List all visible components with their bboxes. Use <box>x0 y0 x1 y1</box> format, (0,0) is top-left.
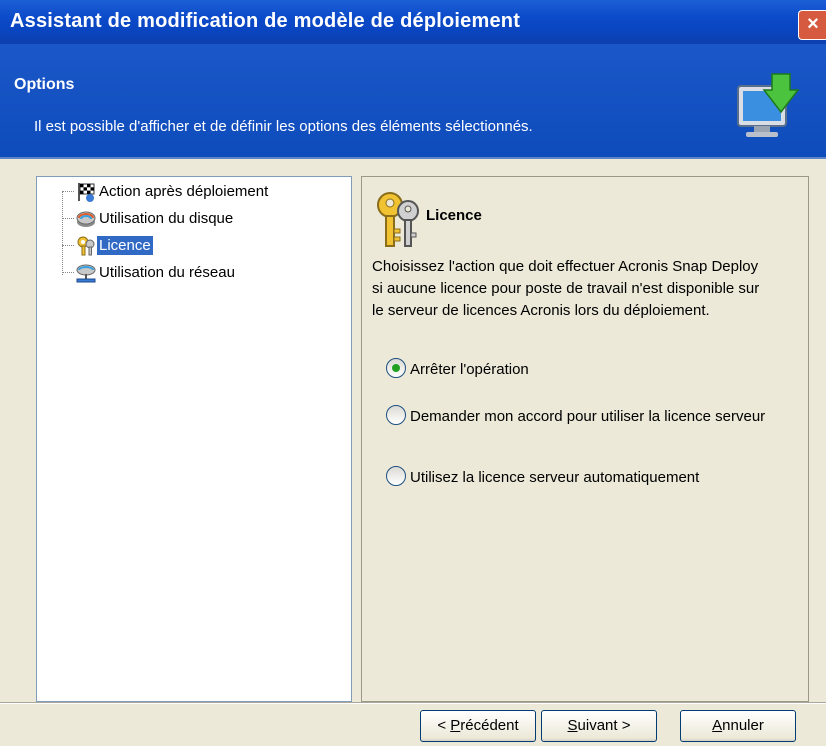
tree-item-label: Utilisation du réseau <box>99 264 235 281</box>
cancel-button[interactable]: Annuler <box>680 710 796 742</box>
next-button-mnemonic: S <box>567 717 578 734</box>
page-title: Options <box>14 76 75 93</box>
tree-connector <box>62 191 63 275</box>
options-panel: Licence Choisissez l'action que doit eff… <box>361 176 809 702</box>
radio-button[interactable] <box>386 405 406 425</box>
back-button-mnemonic: P <box>450 717 461 734</box>
tree-connector <box>62 191 74 192</box>
wizard-header: Options Il est possible d'afficher et de… <box>0 44 826 157</box>
network-icon <box>76 264 96 283</box>
next-button-label: uivant > <box>577 717 631 734</box>
tree-connector <box>62 272 74 273</box>
header-divider <box>0 157 826 159</box>
radio-button[interactable] <box>386 466 406 486</box>
radio-label: Demander mon accord pour utiliser la lic… <box>410 408 766 425</box>
cancel-button-label: nnuler <box>722 717 764 734</box>
tree-connector <box>62 218 74 219</box>
options-tree[interactable]: Action après déploiement Utilisation du … <box>36 176 352 702</box>
back-button[interactable]: < Précédent <box>420 710 536 742</box>
monitor-download-icon <box>737 73 800 137</box>
tree-item-label: Licence <box>96 235 154 256</box>
keys-icon <box>77 236 95 256</box>
radio-selected-dot <box>392 364 400 372</box>
page-description: Il est possible d'afficher et de définir… <box>34 118 533 135</box>
section-description: Choisissez l'action que doit effectuer A… <box>372 258 760 319</box>
cancel-button-mnemonic: A <box>712 717 723 734</box>
window-title: Assistant de modification de modèle de d… <box>10 10 521 32</box>
tree-connector <box>62 245 74 246</box>
title-bar: Assistant de modification de modèle de d… <box>0 0 826 44</box>
disk-icon <box>76 211 96 227</box>
radio-label: Arrêter l'opération <box>410 361 529 378</box>
keys-icon <box>377 192 419 247</box>
back-button-label: récédent <box>460 717 519 734</box>
footer-divider <box>0 702 826 704</box>
radio-label: Utilisez la licence serveur automatiquem… <box>410 469 700 486</box>
next-button[interactable]: Suivant > <box>541 710 657 742</box>
close-button[interactable]: × <box>798 10 826 40</box>
checkered-flag-icon <box>78 183 95 202</box>
tree-item-label: Utilisation du disque <box>99 210 234 227</box>
section-title: Licence <box>426 207 482 224</box>
back-button-prefix: < <box>437 717 451 734</box>
close-icon: × <box>807 13 819 35</box>
radio-button[interactable] <box>386 358 406 378</box>
tree-item-label: Action après déploiement <box>99 183 269 200</box>
